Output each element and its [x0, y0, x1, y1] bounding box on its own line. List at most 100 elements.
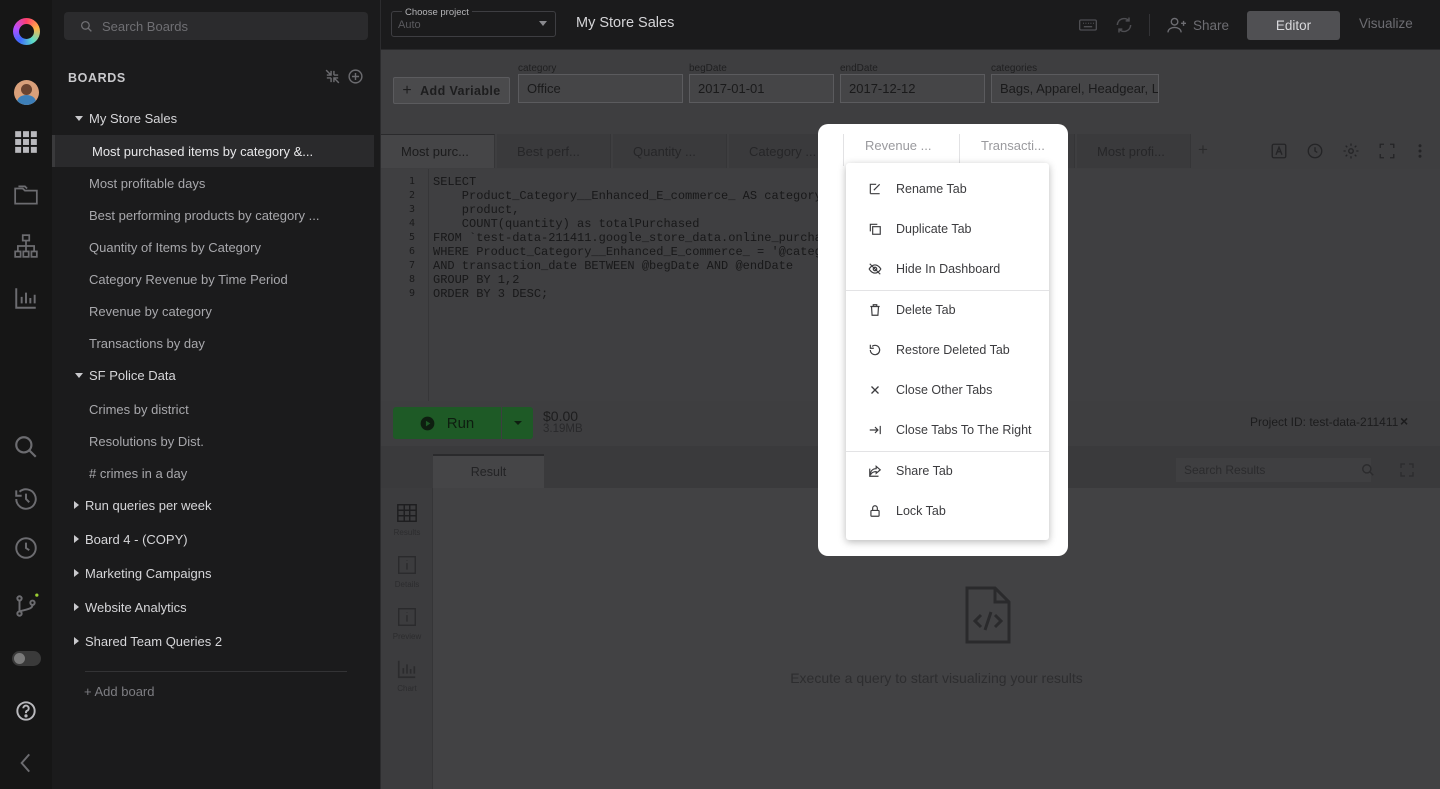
caret-right-icon[interactable]	[74, 569, 79, 577]
code-line: Product_Category__Enhanced_E_commerce_ A…	[433, 189, 830, 203]
highlighted-tab[interactable]: Transacti...	[981, 138, 1045, 163]
hide-in-dashboard-item[interactable]: Hide In Dashboard	[846, 250, 1049, 288]
board-query-item[interactable]: Resolutions by Dist.	[52, 425, 374, 457]
help-icon[interactable]	[11, 696, 41, 726]
board-folder[interactable]: Board 4 - (COPY)	[52, 523, 374, 555]
project-id: Project ID: test-data-211411	[1250, 415, 1399, 429]
board-query-item[interactable]: # crimes in a day	[52, 457, 374, 489]
chart-view-button[interactable]: Chart	[381, 658, 433, 693]
editor-button[interactable]: Editor	[1247, 11, 1340, 40]
caret-right-icon[interactable]	[74, 535, 79, 543]
diagram-icon[interactable]	[11, 231, 41, 261]
board-query-item[interactable]: Most profitable days	[52, 167, 374, 199]
variable-input-category[interactable]: Office	[518, 74, 683, 103]
git-branch-icon[interactable]	[11, 591, 41, 621]
side-nav-label: Details	[394, 580, 420, 589]
close-icon[interactable]: ×	[1400, 413, 1408, 429]
bar-chart-icon[interactable]	[11, 283, 41, 313]
query-tab[interactable]: Quantity ...	[613, 134, 727, 168]
board-query-item[interactable]: Transactions by day	[52, 327, 374, 359]
board-query-item[interactable]: Crimes by district	[52, 393, 374, 425]
preview-view-button[interactable]: Preview	[381, 606, 433, 641]
board-folder[interactable]: Website Analytics	[52, 591, 374, 623]
add-board-icon[interactable]	[347, 68, 364, 85]
variable-input-enddate[interactable]: 2017-12-12	[840, 74, 985, 103]
board-folder[interactable]: My Store Sales	[52, 102, 374, 134]
format-icon[interactable]	[1270, 142, 1288, 160]
gear-icon[interactable]	[1342, 142, 1360, 160]
project-select[interactable]: Choose project Auto	[391, 7, 556, 37]
duplicate-tab-item[interactable]: Duplicate Tab	[846, 210, 1049, 248]
boards-sidebar: Search Boards BOARDS My Store Sales Most …	[52, 0, 381, 789]
share-button[interactable]: Share	[1167, 16, 1229, 34]
expand-icon[interactable]	[1399, 462, 1415, 478]
board-query-item[interactable]: Revenue by category	[52, 295, 374, 327]
query-tab[interactable]: Most purc...	[381, 134, 495, 168]
divider	[843, 134, 844, 166]
search-results-input[interactable]: Search Results	[1176, 458, 1371, 482]
close-other-tabs-item[interactable]: Close Other Tabs	[846, 371, 1049, 409]
tree-item-label: Board 4 - (COPY)	[85, 531, 188, 547]
board-folder[interactable]: Run queries per week	[52, 489, 374, 521]
board-query-item[interactable]: Most purchased items by category &...	[52, 135, 374, 167]
board-folder[interactable]: SF Police Data	[52, 359, 374, 391]
plus-icon: +	[402, 81, 413, 99]
line-number: 7	[409, 260, 416, 271]
lock-icon	[870, 505, 880, 517]
board-folder[interactable]: Marketing Campaigns	[52, 557, 374, 589]
result-tab[interactable]: Result	[433, 454, 544, 488]
fullscreen-icon[interactable]	[1378, 142, 1396, 160]
tree-item-label: Shared Team Queries 2	[85, 633, 223, 649]
details-view-button[interactable]: Details	[381, 554, 433, 589]
duplicate-icon	[869, 223, 881, 235]
results-view-button[interactable]: Results	[381, 502, 433, 537]
collapse-left-icon[interactable]	[11, 748, 41, 778]
history-icon[interactable]	[11, 484, 41, 514]
search-boards-input[interactable]: Search Boards	[64, 12, 368, 40]
share-tab-item[interactable]: Share Tab	[846, 452, 1049, 490]
add-variable-button[interactable]: + Add Variable	[393, 77, 510, 104]
search-icon[interactable]	[11, 432, 41, 462]
folder-icon[interactable]	[11, 180, 41, 210]
refresh-icon[interactable]	[1114, 15, 1134, 35]
caret-right-icon[interactable]	[74, 603, 79, 611]
query-tab[interactable]: Most profi...	[1077, 134, 1191, 168]
grid-icon[interactable]	[11, 127, 41, 157]
board-folder[interactable]: Shared Team Queries 2	[52, 625, 374, 657]
app-logo[interactable]	[13, 18, 40, 45]
add-tab-button[interactable]: +	[1198, 140, 1208, 160]
collapse-all-icon[interactable]	[324, 68, 341, 85]
clock-icon[interactable]	[1306, 142, 1324, 160]
query-tab[interactable]: Best perf...	[497, 134, 611, 168]
restore-deleted-tab-item[interactable]: Restore Deleted Tab	[846, 331, 1049, 369]
menu-item-label: Restore Deleted Tab	[896, 343, 1010, 357]
caret-right-icon[interactable]	[74, 637, 79, 645]
menu-item-label: Share Tab	[896, 464, 953, 478]
more-vertical-icon[interactable]	[1411, 142, 1429, 160]
delete-tab-item[interactable]: Delete Tab	[846, 291, 1049, 329]
add-board-link[interactable]: + Add board	[84, 684, 154, 699]
clock-icon[interactable]	[11, 533, 41, 563]
run-button[interactable]: Run	[393, 407, 501, 439]
highlighted-tab[interactable]: Revenue ...	[865, 138, 932, 163]
variable-input-begdate[interactable]: 2017-01-01	[689, 74, 834, 103]
run-options-dropdown[interactable]	[502, 407, 533, 439]
tree-item-label: Quantity of Items by Category	[89, 239, 261, 255]
theme-toggle[interactable]	[12, 651, 41, 666]
caret-down-icon[interactable]	[75, 372, 83, 378]
caret-right-icon[interactable]	[74, 501, 79, 509]
menu-item-label: Delete Tab	[896, 303, 956, 317]
user-avatar[interactable]	[14, 80, 39, 105]
close-tabs-to-right-item[interactable]: Close Tabs To The Right	[846, 411, 1049, 449]
rename-tab-item[interactable]: Rename Tab	[846, 170, 1049, 208]
board-query-item[interactable]: Best performing products by category ...	[52, 199, 374, 231]
lock-tab-item[interactable]: Lock Tab	[846, 492, 1049, 530]
code-line: ORDER BY 3 DESC;	[433, 287, 549, 301]
keyboard-icon[interactable]	[1078, 15, 1098, 35]
board-query-item[interactable]: Category Revenue by Time Period	[52, 263, 374, 295]
board-query-item[interactable]: Quantity of Items by Category	[52, 231, 374, 263]
caret-down-icon[interactable]	[75, 115, 83, 121]
visualize-button[interactable]: Visualize	[1359, 16, 1413, 31]
tree-item-label: Best performing products by category ...	[89, 207, 320, 223]
variable-input-categories[interactable]: Bags, Apparel, Headgear, L	[991, 74, 1159, 103]
